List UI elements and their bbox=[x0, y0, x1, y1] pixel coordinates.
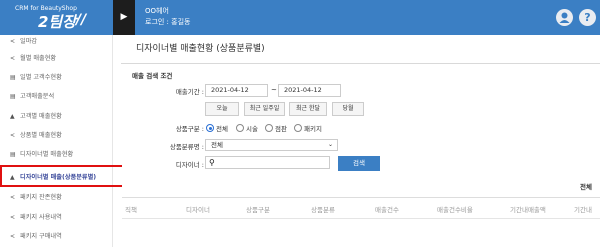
this-month-button[interactable]: 당월 bbox=[332, 102, 364, 116]
list-icon: ▤ bbox=[10, 93, 16, 100]
column-header[interactable]: 매출건수비율 bbox=[437, 204, 473, 214]
designer-label: 디자이너 : bbox=[175, 161, 204, 169]
column-header[interactable]: 기간내 bbox=[574, 204, 592, 214]
sidebar-item-monthly-sales[interactable]: < 월별 매출현황 bbox=[0, 50, 113, 67]
sidebar: < 일마감 < 월별 매출현황 ▤ 일별 고객수현황 ▤ 고객매출분석 ▲ 고객별 매출현… bbox=[0, 35, 113, 247]
radio-all-label: 전체 bbox=[216, 125, 228, 133]
radio-treatment-label: 시술 bbox=[246, 125, 258, 133]
sidebar-toggle-button[interactable]: ▶ bbox=[113, 0, 135, 35]
sidebar-item-label: 고객별 매출현황 bbox=[20, 113, 62, 120]
column-header[interactable]: 매출건수 bbox=[375, 204, 399, 214]
share-icon: < bbox=[10, 233, 16, 240]
sidebar-item-label: 패키지 구매내역 bbox=[20, 233, 62, 240]
sidebar-item-label: 일마감 bbox=[20, 38, 38, 45]
person-icon bbox=[559, 12, 570, 23]
radio-treatment[interactable] bbox=[236, 124, 244, 132]
user-icon[interactable] bbox=[556, 9, 573, 26]
radio-package-label: 패키지 bbox=[304, 125, 322, 133]
column-header[interactable]: 상품분류 bbox=[311, 204, 335, 214]
list-icon: ▤ bbox=[10, 74, 16, 81]
total-label: 전체 bbox=[580, 183, 592, 191]
sidebar-item-package-balance[interactable]: < 패키지 잔존현황 bbox=[0, 189, 113, 206]
sidebar-item-product-sales[interactable]: < 상품별 매출현황 bbox=[0, 127, 113, 144]
share-icon: < bbox=[10, 214, 16, 221]
share-icon: < bbox=[10, 55, 16, 62]
person-icon: ▲ bbox=[10, 113, 15, 120]
table-body bbox=[122, 219, 600, 247]
shop-name: OO헤어 bbox=[145, 7, 169, 15]
main-content: 디자이너별 매출현황 (상품분류별) 매출 검색 조건 매출기간 : 2021-… bbox=[113, 35, 600, 247]
radio-package[interactable] bbox=[294, 124, 302, 132]
date-from-input[interactable]: 2021-04-12 bbox=[205, 84, 268, 97]
date-separator: ~ bbox=[271, 86, 277, 94]
search-panel-title: 매출 검색 조건 bbox=[132, 72, 173, 80]
sidebar-item-customer-analysis[interactable]: ▤ 고객매출분석 bbox=[0, 88, 113, 105]
period-label: 매출기간 : bbox=[175, 88, 204, 96]
play-arrow-icon: ▶ bbox=[120, 12, 128, 22]
column-header[interactable]: 직책 bbox=[125, 204, 137, 214]
radio-retail[interactable] bbox=[265, 124, 273, 132]
search-button[interactable]: 검색 bbox=[338, 156, 380, 171]
chevron-down-icon: ⌄ bbox=[327, 141, 333, 148]
sidebar-item-label: 월별 매출현황 bbox=[20, 55, 57, 62]
sidebar-item-customer-sales[interactable]: ▲ 고객별 매출현황 bbox=[0, 108, 113, 125]
search-panel: 매출 검색 조건 매출기간 : 2021-04-12 ~ 2021-04-12 … bbox=[122, 64, 600, 214]
share-icon: < bbox=[10, 132, 16, 139]
sidebar-item-designer-sales[interactable]: ▤ 디자이너별 매출현황 bbox=[0, 146, 113, 163]
app-logo[interactable]: CRM for BeautyShop 2팀장 // bbox=[0, 0, 113, 35]
table-header-row: 직책 디자이너 상품구분 상품분류 매출건수 매출건수비율 기간내매출액 기간내 bbox=[122, 197, 600, 219]
product-type-label: 상품구분 : bbox=[175, 125, 204, 133]
logo-mark: // bbox=[76, 12, 87, 28]
shop-info: OO헤어 로그인 : 홍길동 bbox=[145, 6, 190, 28]
sidebar-item-label: 일별 고객수현황 bbox=[20, 74, 62, 81]
today-button[interactable]: 오늘 bbox=[205, 102, 239, 116]
sidebar-item-label: 패키지 사용내역 bbox=[20, 214, 62, 221]
category-select-value: 전체 bbox=[211, 141, 223, 149]
logo-title: 2팀장 bbox=[38, 13, 77, 31]
share-icon: < bbox=[10, 194, 16, 201]
sidebar-item-package-usage[interactable]: < 패키지 사용내역 bbox=[0, 209, 113, 226]
column-header[interactable]: 디자이너 bbox=[186, 204, 210, 214]
help-icon[interactable]: ? bbox=[579, 9, 596, 26]
column-header[interactable]: 상품구분 bbox=[246, 204, 270, 214]
last-month-button[interactable]: 최근 한달 bbox=[289, 102, 327, 116]
sidebar-item-daily-close[interactable]: < 일마감 bbox=[0, 33, 113, 50]
list-icon: ▤ bbox=[10, 151, 16, 158]
page-title: 디자이너별 매출현황 (상품분류별) bbox=[136, 44, 265, 54]
radio-all[interactable] bbox=[206, 124, 214, 132]
designer-search-input[interactable]: ⚲ bbox=[205, 156, 330, 169]
radio-retail-label: 점판 bbox=[275, 125, 287, 133]
category-select[interactable]: 전체 ⌄ bbox=[205, 139, 338, 151]
search-icon: ⚲ bbox=[209, 158, 215, 167]
category-label: 상품분류명 : bbox=[169, 143, 204, 151]
share-icon: < bbox=[10, 38, 16, 45]
sidebar-item-label: 상품별 매출현황 bbox=[20, 132, 62, 139]
highlight-box bbox=[0, 165, 126, 187]
last-week-button[interactable]: 최근 일주일 bbox=[244, 102, 285, 116]
top-header: CRM for BeautyShop 2팀장 // ▶ OO헤어 로그인 : 홍… bbox=[0, 0, 600, 35]
login-info: 로그인 : 홍길동 bbox=[145, 18, 191, 26]
date-to-input[interactable]: 2021-04-12 bbox=[278, 84, 341, 97]
sidebar-item-package-purchase[interactable]: < 패키지 구매내역 bbox=[0, 228, 113, 245]
column-header[interactable]: 기간내매출액 bbox=[510, 204, 546, 214]
sidebar-item-daily-customers[interactable]: ▤ 일별 고객수현황 bbox=[0, 69, 113, 86]
sidebar-item-label: 디자이너별 매출현황 bbox=[20, 151, 74, 158]
sidebar-item-label: 고객매출분석 bbox=[20, 93, 55, 100]
sidebar-item-label: 패키지 잔존현황 bbox=[20, 194, 62, 201]
